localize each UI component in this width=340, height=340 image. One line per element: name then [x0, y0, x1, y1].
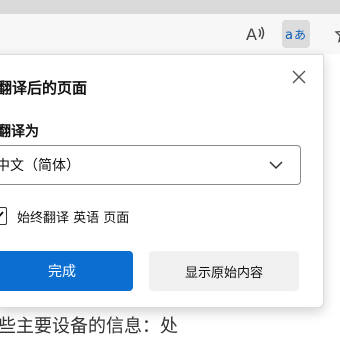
read-aloud-icon: A: [246, 25, 265, 44]
translate-popup: 翻译后的页面 翻译为 中文（简体） 始终翻译 英语 页面 完成 显示原始内容: [0, 54, 324, 308]
favorite-button[interactable]: [330, 20, 340, 48]
show-original-button[interactable]: 显示原始内容: [149, 251, 299, 291]
chevron-down-icon: [269, 161, 283, 170]
translate-icon: a あ: [285, 28, 306, 43]
translate-to-label: 翻译为: [0, 124, 39, 140]
svg-text:あ: あ: [294, 28, 306, 42]
always-translate-label: 始终翻译 英语 页面: [17, 211, 130, 226]
popup-title: 翻译后的页面: [0, 79, 88, 97]
favorite-icon: [334, 30, 340, 43]
svg-text:a: a: [285, 28, 293, 43]
translate-button[interactable]: a あ: [282, 20, 310, 48]
svg-text:A: A: [246, 25, 257, 44]
browser-top-strip: [0, 0, 340, 14]
browser-toolbar: A a あ: [0, 14, 340, 54]
language-select-value: 中文（简体）: [0, 158, 80, 174]
language-select[interactable]: 中文（简体）: [0, 145, 301, 185]
always-translate-checkbox[interactable]: [0, 207, 7, 225]
page-body-text: 些主要设备的信息：处: [0, 316, 178, 337]
checkmark-icon: [0, 211, 4, 217]
read-aloud-button[interactable]: A: [242, 20, 270, 48]
close-button[interactable]: [287, 65, 311, 89]
close-icon: [292, 70, 306, 84]
done-button[interactable]: 完成: [0, 251, 133, 291]
